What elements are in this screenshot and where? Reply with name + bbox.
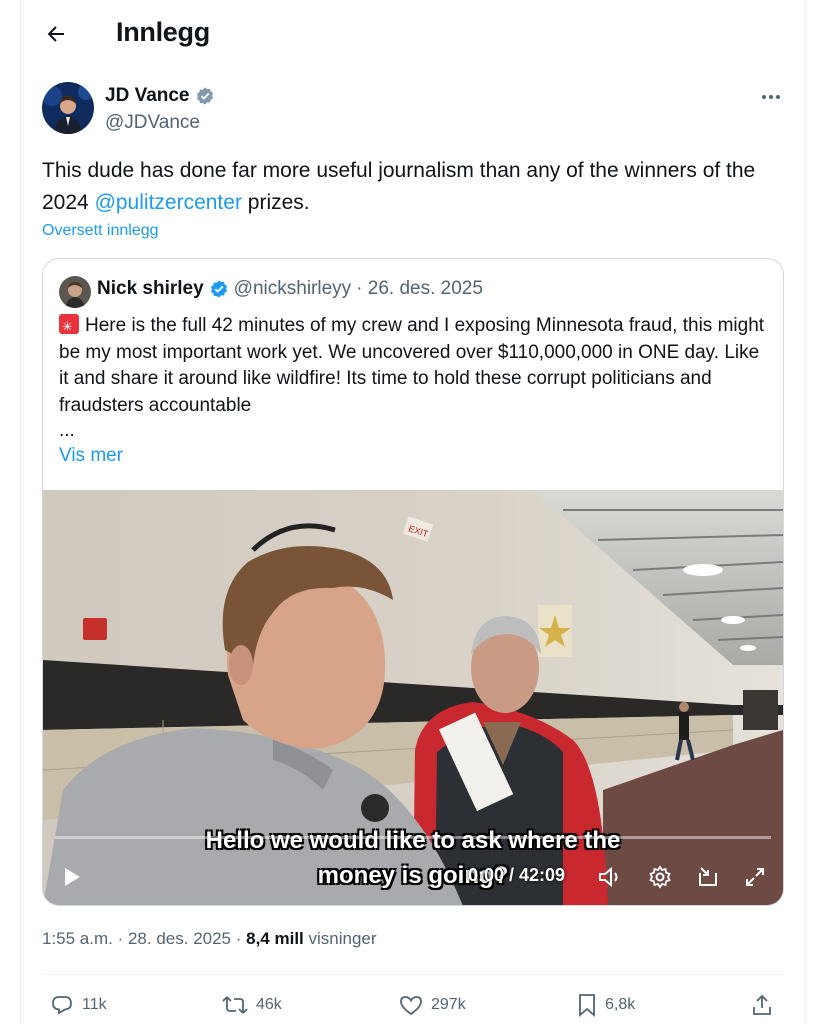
page-header: Innlegg [0, 0, 818, 66]
settings-button[interactable] [645, 862, 675, 892]
post-text: This dude has done far more useful journ… [42, 155, 792, 219]
video-subtitle-line1: Hello we would like to ask where the [205, 827, 621, 854]
play-button[interactable] [57, 862, 87, 892]
verified-badge-icon [210, 280, 227, 298]
picture-in-picture-button[interactable] [693, 862, 723, 892]
like-button[interactable]: 297k [399, 990, 466, 1020]
play-icon [65, 868, 80, 886]
author-avatar[interactable] [42, 82, 94, 134]
speaker-icon [599, 866, 618, 888]
bookmark-button[interactable]: 6,8k [577, 990, 635, 1020]
reply-button[interactable]: 11k [50, 990, 107, 1020]
quoted-post-header: Nick shirley @nickshirleyy · 26. des. 20… [97, 278, 483, 300]
views-label: visninger [303, 929, 377, 948]
reply-count: 11k [82, 996, 107, 1013]
dot-icon [769, 95, 773, 99]
views-count: 8,4 mill [246, 929, 304, 948]
video-player[interactable]: EXIT Hello we would like to ask where th… [43, 490, 783, 905]
quoted-post-date[interactable]: · 26. des. 2025 [356, 278, 483, 300]
quoted-post-text: Here is the full 42 minutes of my crew a… [59, 313, 771, 470]
post-text-end: prizes. [241, 191, 310, 214]
quoted-author-avatar[interactable] [59, 276, 91, 308]
repost-button[interactable]: 46k [222, 990, 282, 1020]
siren-emoji-icon [59, 314, 79, 341]
back-button[interactable] [38, 16, 74, 52]
heart-icon [400, 996, 422, 1016]
author-handle[interactable]: @JDVance [105, 112, 200, 134]
quoted-post-ellipsis: ... [59, 420, 75, 441]
quoted-author-handle[interactable]: @nickshirleyy [234, 278, 351, 300]
like-count: 297k [431, 996, 466, 1013]
divider [42, 974, 784, 975]
verified-badge-icon [196, 87, 213, 105]
expand-icon [746, 868, 764, 886]
quoted-post-body: Here is the full 42 minutes of my crew a… [59, 315, 765, 416]
mention-link[interactable]: @pulitzercenter [95, 191, 242, 214]
translate-post-link[interactable]: Oversett innlegg [42, 222, 159, 240]
volume-button[interactable] [595, 862, 625, 892]
fullscreen-button[interactable] [740, 862, 770, 892]
bookmark-icon [579, 994, 595, 1017]
column-border-right [805, 0, 806, 1024]
reply-icon [52, 996, 72, 1015]
post-actions: 11k 46k 297k 6,8k [0, 990, 818, 1020]
video-time: 0:00 / 42:09 [468, 865, 566, 885]
dot-icon [776, 95, 780, 99]
repost-count: 46k [256, 996, 282, 1013]
pip-icon [699, 867, 717, 886]
more-options-button[interactable] [752, 82, 790, 112]
repost-icon [222, 996, 248, 1014]
post-meta: 1:55 a.m. · 28. des. 2025 · 8,4 mill vis… [42, 929, 377, 949]
bookmark-count: 6,8k [605, 996, 636, 1013]
dot-icon [762, 95, 766, 99]
share-icon [753, 994, 771, 1015]
video-progress-bar[interactable] [55, 836, 771, 839]
gear-icon [649, 865, 671, 889]
column-border-left [20, 0, 21, 1024]
quoted-post[interactable]: Nick shirley @nickshirleyy · 26. des. 20… [42, 258, 784, 906]
show-more-link[interactable]: Vis mer [59, 443, 771, 470]
author-name[interactable]: JD Vance [105, 85, 215, 107]
post-timestamp[interactable]: 1:55 a.m. · 28. des. 2025 · [42, 929, 246, 948]
author-name-text[interactable]: JD Vance [105, 85, 190, 107]
quoted-author-name[interactable]: Nick shirley [97, 278, 204, 300]
arrow-left-icon [47, 26, 64, 42]
share-button[interactable] [750, 990, 774, 1020]
page-title: Innlegg [116, 17, 210, 47]
